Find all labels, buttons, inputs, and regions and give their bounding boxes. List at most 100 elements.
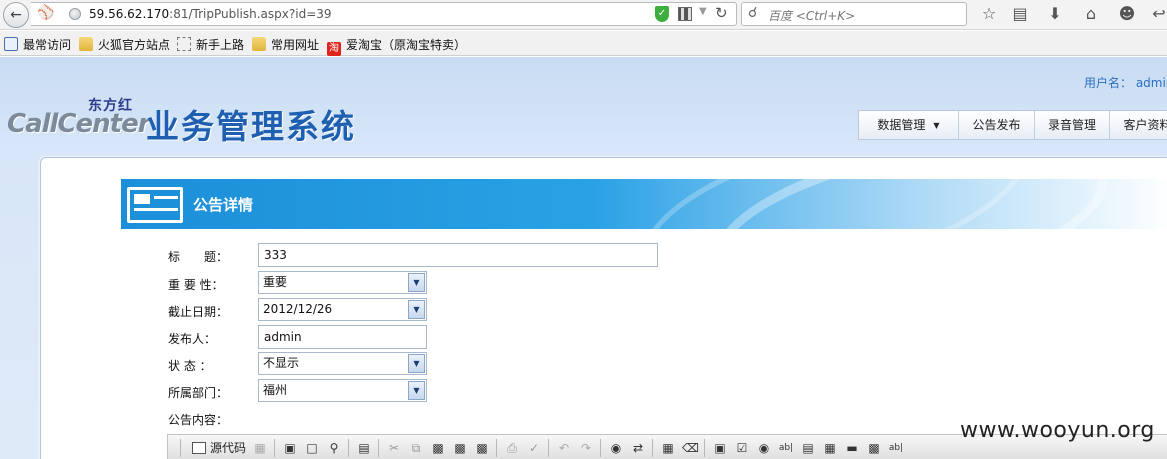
reading-list-icon[interactable]: ▤	[1009, 3, 1031, 25]
publisher-label: 发布人：	[168, 332, 217, 346]
search-bar[interactable]: ☌ 百度 <Ctrl+K>	[741, 2, 967, 26]
reload-icon[interactable]: ↻	[715, 4, 728, 22]
home-icon[interactable]: ⌂	[1080, 3, 1102, 25]
chevron-down-icon[interactable]: ▼	[408, 354, 425, 373]
search-placeholder: 百度 <Ctrl+K>	[768, 9, 856, 23]
paste-text-icon[interactable]: ▩	[452, 440, 468, 456]
download-icon[interactable]: ⬇	[1044, 3, 1066, 25]
button-field-icon[interactable]: ▬	[844, 440, 860, 456]
star-icon[interactable]: ☆	[978, 3, 1000, 25]
bookmark-label: 新手上路	[196, 38, 245, 52]
textarea-icon[interactable]: ▤	[800, 440, 816, 456]
search-icon	[4, 37, 18, 51]
caret-down-icon: ▼	[933, 121, 940, 130]
preview-icon[interactable]: ⚲	[326, 440, 342, 456]
cut-icon[interactable]: ✂	[386, 440, 402, 456]
bookmark-label: 火狐官方站点	[98, 38, 171, 52]
back-arrow-icon[interactable]: ←	[3, 2, 29, 28]
select-field-icon[interactable]: ▦	[822, 440, 838, 456]
bookmark-firefox-site[interactable]: 火狐官方站点	[79, 36, 170, 52]
redo-icon[interactable]: ↷	[578, 440, 594, 456]
deadline-select[interactable]: 2012/12/26 ▼	[258, 298, 427, 321]
source-code-label: 源代码	[210, 441, 247, 455]
folder-icon	[79, 37, 93, 51]
url-bar[interactable]: ⚾ 59.56.62.170:81/TripPublish.aspx?id=39…	[31, 2, 737, 26]
bookmark-common-sites[interactable]: 常用网址	[252, 36, 319, 52]
deadline-value: 2012/12/26	[263, 302, 333, 316]
remove-format-icon[interactable]: ⌫	[682, 440, 699, 456]
nav-recording[interactable]: 录音管理	[1035, 111, 1110, 139]
deadline-label: 截止日期：	[168, 305, 229, 319]
bookmark-label: 最常访问	[23, 38, 72, 52]
paste-word-icon[interactable]: ▩	[474, 440, 490, 456]
page-icon	[177, 37, 191, 51]
department-value: 福州	[263, 383, 288, 397]
status-select[interactable]: 不显示 ▼	[258, 352, 427, 375]
print-icon[interactable]: ⎙	[504, 440, 520, 456]
template-icon[interactable]: ▦	[252, 440, 268, 456]
chevron-down-icon[interactable]: ▼	[408, 381, 425, 400]
image-button-icon[interactable]: ▩	[866, 440, 882, 456]
importance-label: 重 要 性：	[168, 278, 224, 292]
textfield-icon[interactable]: ab|	[778, 440, 794, 456]
logo-brand: CallCenter	[7, 109, 151, 139]
share-back-icon[interactable]: ↩	[1148, 3, 1167, 25]
url-text[interactable]: 59.56.62.170:81/TripPublish.aspx?id=39	[89, 7, 332, 21]
section-banner: 公告详情	[121, 179, 1167, 229]
search-icon: ☌	[748, 5, 758, 21]
importance-value: 重要	[263, 275, 288, 289]
department-label: 所属部门：	[168, 386, 229, 400]
app-area: 用户名： admin 东方红 CallCenter 业务管理系统 数据管理 ▼ 公…	[0, 57, 1167, 459]
paste-icon[interactable]: ▩	[430, 440, 446, 456]
publisher-input[interactable]: admin	[258, 325, 427, 349]
title-input[interactable]: 333	[258, 243, 658, 267]
section-title: 公告详情	[193, 196, 254, 214]
logo-title: 业务管理系统	[146, 107, 356, 146]
folder-icon	[252, 37, 266, 51]
nav-announcement[interactable]: 公告发布	[959, 111, 1035, 139]
nav-data-management[interactable]: 数据管理 ▼	[859, 111, 959, 139]
bookmark-aitaobao[interactable]: 淘爱淘宝（原淘宝特卖）	[327, 36, 467, 56]
new-page-icon[interactable]: □	[304, 440, 320, 456]
bookmark-getting-started[interactable]: 新手上路	[177, 36, 244, 52]
taobao-icon: 淘	[327, 42, 341, 56]
qrcode-icon[interactable]	[678, 7, 692, 21]
spellcheck-icon[interactable]: ✓	[526, 440, 542, 456]
checkbox-icon[interactable]: ☑	[734, 440, 750, 456]
top-navigation: 数据管理 ▼ 公告发布 录音管理 客户资料	[858, 110, 1167, 140]
content-panel: 公告详情 标 题： 333 重 要 性： 重要 ▼ 截止日期： 2012/12/2…	[40, 157, 1167, 459]
templates-icon[interactable]: ▤	[356, 440, 372, 456]
url-path: :81/TripPublish.aspx?id=39	[169, 7, 332, 21]
nav-label: 数据管理	[877, 118, 926, 132]
nav-customer-info[interactable]: 客户资料	[1110, 111, 1167, 139]
bookmark-label: 爱淘宝（原淘宝特卖）	[346, 38, 467, 52]
department-select[interactable]: 福州 ▼	[258, 379, 427, 402]
url-host: 59.56.62.170	[89, 7, 170, 21]
title-label: 标 题：	[168, 250, 229, 264]
key-icon[interactable]: ⚾	[37, 5, 54, 21]
replace-icon[interactable]: ⇄	[630, 440, 646, 456]
radio-icon[interactable]: ◉	[756, 440, 772, 456]
bookmarks-bar: 最常访问 火狐官方站点 新手上路 常用网址 淘爱淘宝（原淘宝特卖）	[0, 31, 1167, 56]
watermark: www.wooyun.org	[960, 418, 1155, 443]
chevron-down-icon[interactable]: ▼	[408, 273, 425, 292]
find-icon[interactable]: ◉	[608, 440, 624, 456]
importance-select[interactable]: 重要 ▼	[258, 271, 427, 294]
dropdown-arrow-icon[interactable]: ▼	[699, 6, 707, 17]
browser-navbar: ← ⚾ 59.56.62.170:81/TripPublish.aspx?id=…	[0, 0, 1167, 30]
bookmark-most-visited[interactable]: 最常访问	[4, 36, 71, 52]
undo-icon[interactable]: ↶	[556, 440, 572, 456]
source-icon	[192, 442, 206, 454]
user-label: 用户名： admin	[1084, 76, 1167, 90]
globe-icon	[69, 8, 81, 20]
chat-icon[interactable]: ☻	[1116, 3, 1138, 25]
hidden-field-icon[interactable]: ab|	[888, 440, 904, 456]
source-code-button[interactable]: 源代码	[192, 439, 246, 457]
chevron-down-icon[interactable]: ▼	[408, 300, 425, 319]
copy-icon[interactable]: ⧉	[408, 440, 424, 456]
select-all-icon[interactable]: ▦	[660, 440, 676, 456]
shield-icon[interactable]: ✓	[655, 6, 669, 22]
save-icon[interactable]: ▣	[282, 440, 298, 456]
status-value: 不显示	[263, 356, 300, 370]
form-icon[interactable]: ▣	[712, 440, 728, 456]
